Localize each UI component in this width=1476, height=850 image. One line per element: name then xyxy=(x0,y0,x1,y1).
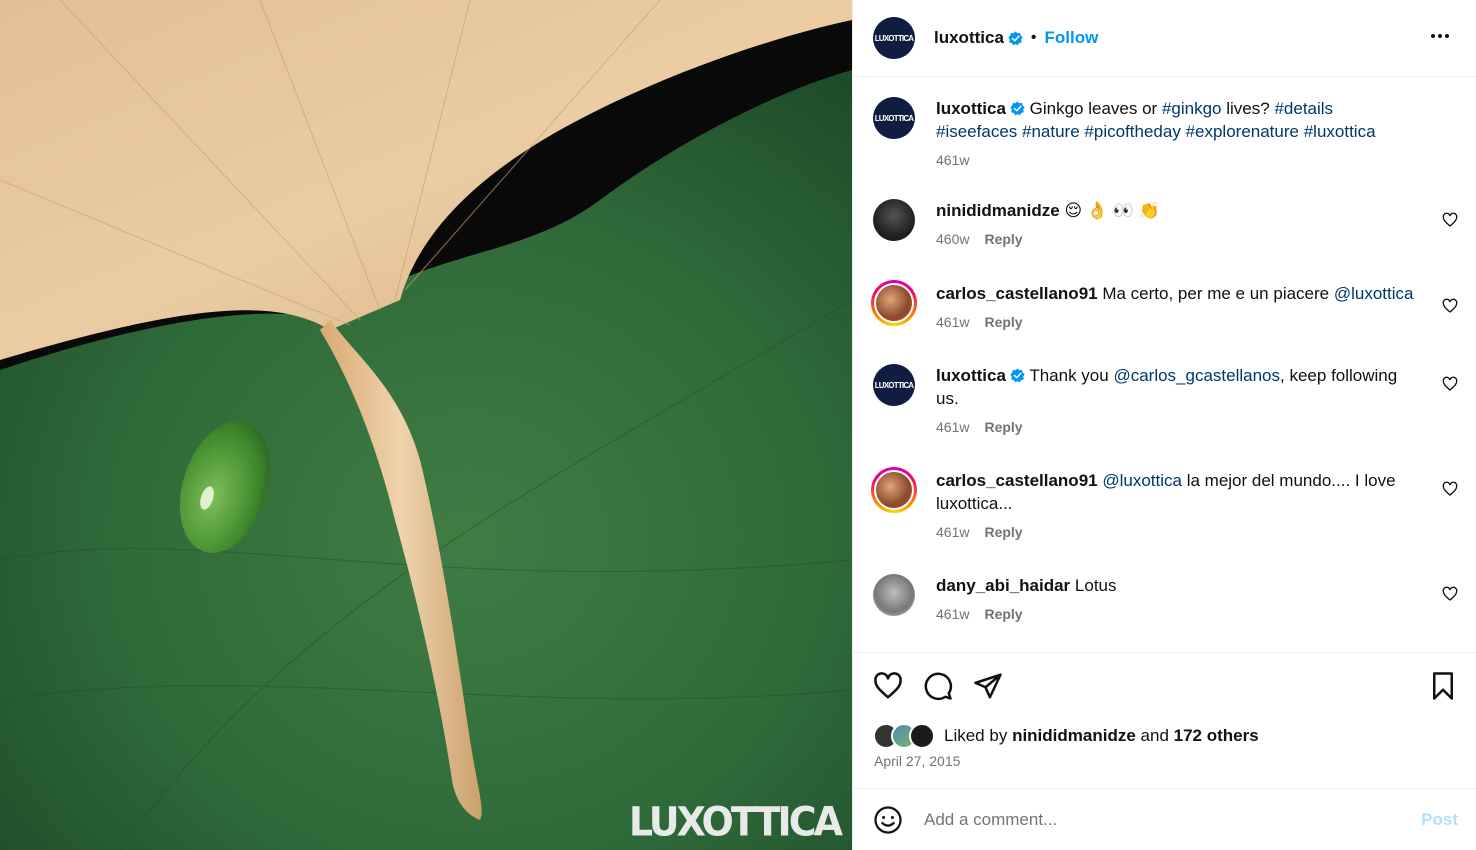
like-comment-heart-icon[interactable] xyxy=(1442,586,1458,602)
comment-item: carlos_castellano91 @luxottica la mejor … xyxy=(871,467,1458,540)
mention-link[interactable]: @carlos_gcastellanos xyxy=(1113,366,1280,385)
like-comment-heart-icon[interactable] xyxy=(1442,481,1458,497)
reply-button[interactable]: Reply xyxy=(984,314,1022,330)
mention-link[interactable]: @luxottica xyxy=(1102,471,1182,490)
like-comment-heart-icon[interactable] xyxy=(1442,298,1458,314)
caption-text: Ginkgo leaves or xyxy=(1029,99,1158,118)
header-separator: • xyxy=(1030,29,1037,46)
caption-avatar[interactable]: LUXOTTICA xyxy=(873,97,915,139)
comment-text: 😌 👌 👀 👏 xyxy=(1064,201,1160,220)
post-comment-button[interactable]: Post xyxy=(1421,810,1458,830)
author-username[interactable]: luxottica xyxy=(934,28,1004,48)
share-paper-plane-icon[interactable] xyxy=(973,671,1003,701)
comment-input[interactable] xyxy=(924,809,1404,830)
like-comment-heart-icon[interactable] xyxy=(1442,376,1458,392)
comment-item: LUXOTTICA luxottica Thank you @carlos_gc… xyxy=(873,364,1458,435)
emoji-smiley-icon[interactable] xyxy=(873,805,903,835)
post-side-panel: LUXOTTICA luxottica • Follow LUXOTTICA l… xyxy=(852,0,1476,850)
mention-link[interactable]: @luxottica xyxy=(1334,284,1414,303)
comment-time[interactable]: 461w xyxy=(936,314,969,330)
add-comment-bar: Post xyxy=(853,788,1476,850)
reply-button[interactable]: Reply xyxy=(984,231,1022,247)
luxottica-logo-watermark: LUXOTTICA xyxy=(628,798,843,846)
hashtag-link[interactable]: #ginkgo xyxy=(1162,99,1222,118)
hashtag-link[interactable]: #nature xyxy=(1022,122,1080,141)
hashtag-link[interactable]: #details xyxy=(1274,99,1333,118)
comment-bubble-icon[interactable] xyxy=(923,671,953,701)
ginkgo-photo xyxy=(0,0,852,850)
comment-time[interactable]: 461w xyxy=(936,419,969,435)
caption-time[interactable]: 461w xyxy=(936,152,969,168)
commenter-avatar xyxy=(874,283,914,323)
comment-item: carlos_castellano91 Ma certo, per me e u… xyxy=(871,280,1458,330)
caption-text-2: lives? xyxy=(1226,99,1270,118)
comment-username[interactable]: dany_abi_haidar xyxy=(936,576,1070,595)
comment-item: dany_abi_haidar Lotus 461w Reply xyxy=(873,574,1458,622)
hashtag-link[interactable]: #explorenature xyxy=(1186,122,1299,141)
commenter-avatar[interactable] xyxy=(873,574,915,616)
post-image[interactable]: LUXOTTICA xyxy=(0,0,852,850)
comment-text: Ma certo, per me e un piacere xyxy=(1102,284,1330,303)
comment-username[interactable]: carlos_castellano91 xyxy=(936,284,1098,303)
comment-username[interactable]: luxottica xyxy=(936,366,1006,385)
commenter-avatar xyxy=(874,470,914,510)
more-options-icon[interactable] xyxy=(1428,24,1452,48)
comment-time[interactable]: 461w xyxy=(936,524,969,540)
liker-avatars xyxy=(873,723,935,749)
caption-username[interactable]: luxottica xyxy=(936,99,1006,118)
caption: LUXOTTICA luxottica Ginkgo leaves or #gi… xyxy=(873,97,1458,168)
hashtag-link[interactable]: #luxottica xyxy=(1304,122,1376,141)
comment-item: ninididmanidze 😌 👌 👀 👏 460w Reply xyxy=(873,199,1458,247)
comment-time[interactable]: 460w xyxy=(936,231,969,247)
likes-and: and xyxy=(1140,726,1169,745)
comment-username[interactable]: ninididmanidze xyxy=(936,201,1060,220)
likes-summary[interactable]: Liked by ninididmanidze and 172 others xyxy=(873,723,1259,749)
follow-button[interactable]: Follow xyxy=(1045,28,1099,48)
comment-text: Thank you xyxy=(1029,366,1109,385)
save-bookmark-icon[interactable] xyxy=(1428,671,1458,701)
reply-button[interactable]: Reply xyxy=(984,419,1022,435)
verified-badge-icon xyxy=(1008,30,1023,45)
comments-list[interactable]: LUXOTTICA luxottica Ginkgo leaves or #gi… xyxy=(853,77,1476,652)
like-comment-heart-icon[interactable] xyxy=(1442,212,1458,228)
verified-badge-icon xyxy=(1010,368,1025,383)
reply-button[interactable]: Reply xyxy=(984,606,1022,622)
post-header: LUXOTTICA luxottica • Follow xyxy=(853,0,1476,77)
commenter-avatar[interactable]: LUXOTTICA xyxy=(873,364,915,406)
comment-text: Lotus xyxy=(1074,576,1117,595)
comment-username[interactable]: carlos_castellano91 xyxy=(936,471,1098,490)
likes-user[interactable]: ninididmanidze xyxy=(1012,726,1136,745)
hashtag-link[interactable]: #picoftheday xyxy=(1084,122,1180,141)
like-heart-icon[interactable] xyxy=(873,671,903,701)
author-avatar[interactable]: LUXOTTICA xyxy=(873,17,915,59)
verified-badge-icon xyxy=(1010,101,1025,116)
comment-time[interactable]: 461w xyxy=(936,606,969,622)
story-ring[interactable] xyxy=(871,280,917,326)
story-ring[interactable] xyxy=(871,467,917,513)
post-actions: Liked by ninididmanidze and 172 others A… xyxy=(853,652,1476,788)
hashtag-link[interactable]: #iseefaces xyxy=(936,122,1017,141)
likes-prefix: Liked by xyxy=(944,726,1008,745)
likes-others[interactable]: 172 others xyxy=(1174,726,1259,745)
post-date[interactable]: April 27, 2015 xyxy=(874,753,960,769)
reply-button[interactable]: Reply xyxy=(984,524,1022,540)
liker-avatar xyxy=(909,723,935,749)
commenter-avatar[interactable] xyxy=(873,199,915,241)
